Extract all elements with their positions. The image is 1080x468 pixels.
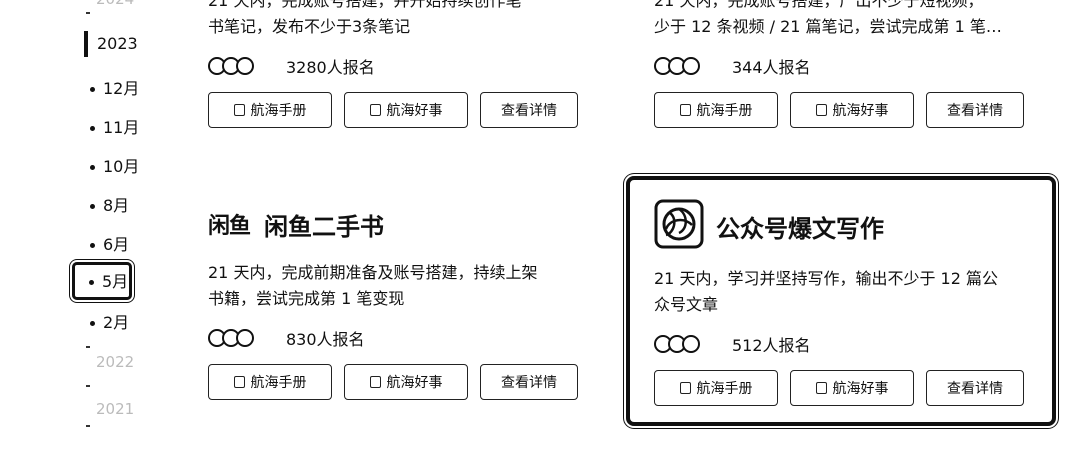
timeline-month-10[interactable]: 10月 <box>90 155 139 179</box>
timeline-month-11[interactable]: 11月 <box>90 116 139 140</box>
card-actions: 航海手册 航海好事 查看详情 <box>208 92 588 128</box>
book-icon <box>679 382 691 394</box>
bullet-dot <box>90 321 95 326</box>
handbook-button[interactable]: 航海手册 <box>654 370 778 406</box>
xianyu-logo: 闲鱼 <box>208 214 251 239</box>
details-button[interactable]: 查看详情 <box>926 92 1024 128</box>
handbook-button[interactable]: 航海手册 <box>208 364 332 400</box>
card-actions: 航海手册 航海好事 查看详情 <box>654 370 1044 406</box>
card-actions: 航海手册 航海好事 查看详情 <box>208 364 598 400</box>
timeline-sidebar: 2024 2023 12月 11月 10月 8月 6月 5月 2月 2022 2… <box>0 0 150 468</box>
good-news-button[interactable]: 航海好事 <box>790 92 914 128</box>
avatar-group <box>208 329 264 347</box>
avatar <box>682 335 700 353</box>
enroll-row: 3280人报名 <box>208 54 588 78</box>
course-card[interactable]: 21 天内，完成账号搭建，并开始持续创作笔 书笔记，发布不少于3条笔记 3280… <box>208 0 588 128</box>
bullet-dot <box>90 87 95 92</box>
enroll-row: 344人报名 <box>654 54 1034 78</box>
avatar-group <box>654 57 710 75</box>
avatar <box>236 329 254 347</box>
bullet-dot <box>89 280 94 285</box>
book-icon <box>233 376 245 388</box>
card-header: 闲鱼 闲鱼二手书 <box>208 206 598 242</box>
avatar <box>236 57 254 75</box>
timeline-month-5-selected[interactable]: 5月 <box>72 262 132 300</box>
timeline-year-2022[interactable]: 2022 <box>96 353 134 371</box>
bullet-dot <box>90 165 95 170</box>
timeline-tick <box>86 425 90 427</box>
avatar <box>682 57 700 75</box>
card-title: 闲鱼二手书 <box>264 212 385 241</box>
timeline-month-2[interactable]: 2月 <box>90 311 129 335</box>
course-card-xianyu[interactable]: 闲鱼 闲鱼二手书 21 天内，完成前期准备及账号搭建，持续上架 书籍，尝试完成第… <box>208 206 598 400</box>
card-header: 公众号爆文写作 <box>654 199 1044 253</box>
details-button[interactable]: 查看详情 <box>926 370 1024 406</box>
briefcase-icon <box>815 382 827 394</box>
book-icon <box>233 104 245 116</box>
timeline-month-8[interactable]: 8月 <box>90 194 129 218</box>
timeline-tick <box>86 346 90 348</box>
card-description: 21 天内，完成账号搭建，产出不少于短视频， 少于 12 条视频 / 21 篇笔… <box>654 0 1002 36</box>
spiral-logo-icon <box>654 199 704 253</box>
bullet-dot <box>90 243 95 248</box>
enroll-count: 830人报名 <box>286 330 365 349</box>
avatar-group <box>208 57 264 75</box>
course-card[interactable]: 21 天内，完成账号搭建，产出不少于短视频， 少于 12 条视频 / 21 篇笔… <box>654 0 1034 128</box>
details-button[interactable]: 查看详情 <box>480 92 578 128</box>
course-card-wechat-writing[interactable]: 公众号爆文写作 21 天内，学习并坚持写作，输出不少于 12 篇公 众号文章 5… <box>626 176 1056 426</box>
good-news-button[interactable]: 航海好事 <box>344 364 468 400</box>
timeline-tick <box>86 12 90 14</box>
enroll-count: 3280人报名 <box>286 58 375 77</box>
bullet-dot <box>90 126 95 131</box>
briefcase-icon <box>815 104 827 116</box>
good-news-button[interactable]: 航海好事 <box>344 92 468 128</box>
handbook-button[interactable]: 航海手册 <box>654 92 778 128</box>
enroll-row: 512人报名 <box>654 332 1044 356</box>
book-icon <box>679 104 691 116</box>
card-description: 21 天内，完成账号搭建，并开始持续创作笔 书笔记，发布不少于3条笔记 <box>208 0 522 36</box>
handbook-button[interactable]: 航海手册 <box>208 92 332 128</box>
timeline-year-2021[interactable]: 2021 <box>96 400 134 418</box>
timeline-month-6[interactable]: 6月 <box>90 233 129 257</box>
enroll-row: 830人报名 <box>208 326 598 350</box>
timeline-month-12[interactable]: 12月 <box>90 77 139 101</box>
card-actions: 航海手册 航海好事 查看详情 <box>654 92 1034 128</box>
timeline-year-2024[interactable]: 2024 <box>96 0 134 8</box>
timeline-year-2023[interactable]: 2023 <box>84 31 138 57</box>
good-news-button[interactable]: 航海好事 <box>790 370 914 406</box>
timeline-tick <box>86 385 90 387</box>
enroll-count: 512人报名 <box>732 336 811 355</box>
briefcase-icon <box>369 376 381 388</box>
card-description: 21 天内，学习并坚持写作，输出不少于 12 篇公 众号文章 <box>654 269 998 314</box>
card-title: 公众号爆文写作 <box>716 214 884 243</box>
avatar-group <box>654 335 710 353</box>
briefcase-icon <box>369 104 381 116</box>
enroll-count: 344人报名 <box>732 58 811 77</box>
details-button[interactable]: 查看详情 <box>480 364 578 400</box>
bullet-dot <box>90 204 95 209</box>
card-description: 21 天内，完成前期准备及账号搭建，持续上架 书籍，尝试完成第 1 笔变现 <box>208 263 538 308</box>
